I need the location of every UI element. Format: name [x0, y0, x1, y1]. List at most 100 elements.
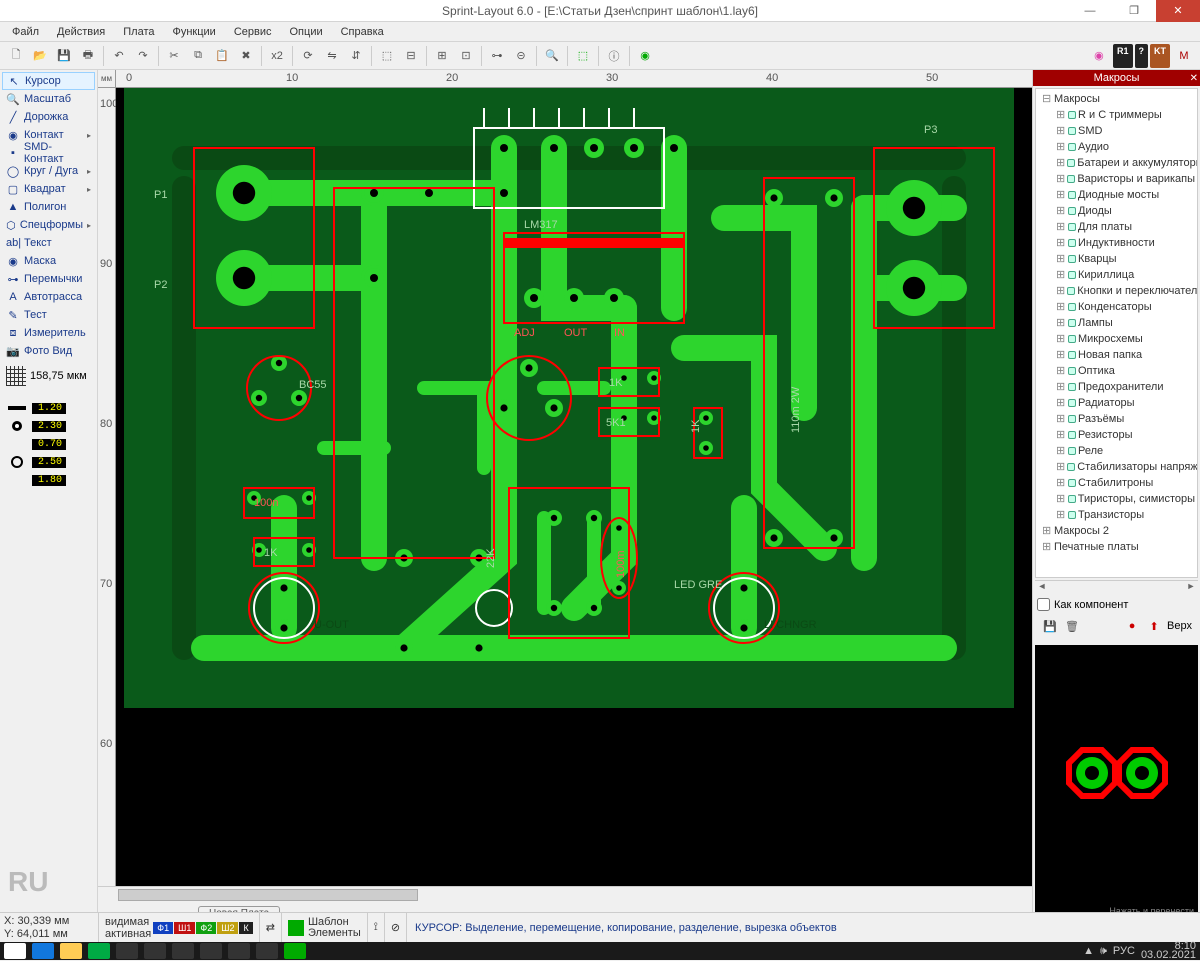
- close-button[interactable]: ✕: [1156, 0, 1200, 22]
- app4-icon[interactable]: [256, 943, 278, 959]
- tool-Спецформы[interactable]: ⬡Спецформы▸: [2, 216, 95, 234]
- macro-toggle-icon[interactable]: M: [1172, 44, 1196, 68]
- macro-item[interactable]: ⊞Стабилизаторы напряжения: [1038, 459, 1195, 475]
- param-via-in[interactable]: 1.80: [32, 475, 66, 486]
- redo-icon[interactable]: ↷: [131, 44, 155, 68]
- close-icon[interactable]: ✕: [1190, 73, 1198, 84]
- macro-hscroll[interactable]: ◄►: [1035, 580, 1198, 594]
- macro-item[interactable]: ⊞Реле: [1038, 443, 1195, 459]
- drc-icon[interactable]: ◉: [633, 44, 657, 68]
- tray-net-icon[interactable]: 🕪: [1100, 945, 1107, 958]
- tool-Курсор[interactable]: ↖Курсор: [2, 72, 95, 90]
- measure-icon[interactable]: ⟟: [367, 913, 384, 942]
- macro-item[interactable]: ⊞Для платы: [1038, 219, 1195, 235]
- macro-item[interactable]: ⊞Кнопки и переключатели: [1038, 283, 1195, 299]
- macro-item[interactable]: ⊞Стабилитроны: [1038, 475, 1195, 491]
- template-button[interactable]: ШаблонЭлементы: [281, 913, 367, 942]
- minimize-button[interactable]: —: [1068, 0, 1112, 22]
- menu-functions[interactable]: Функции: [164, 24, 223, 40]
- ungroup-icon[interactable]: ⊟: [399, 44, 423, 68]
- app2-icon[interactable]: [200, 943, 222, 959]
- tool-Квадрат[interactable]: ▢Квадрат▸: [2, 180, 95, 198]
- tool-Перемычки[interactable]: ⊶Перемычки: [2, 270, 95, 288]
- rotate-icon[interactable]: ⟳: [296, 44, 320, 68]
- macro-item[interactable]: ⊞Транзисторы: [1038, 507, 1195, 523]
- macro-item[interactable]: ⊞Новая папка: [1038, 347, 1195, 363]
- copy-icon[interactable]: ⧉: [186, 44, 210, 68]
- macro-item[interactable]: ⊞Аудио: [1038, 139, 1195, 155]
- pcb-canvas[interactable]: P1 P2 P3 LM317 ADJ OUT IN BC55 1K 5K1 1K…: [116, 88, 1032, 886]
- macro-item[interactable]: ⊞Варисторы и варикапы: [1038, 171, 1195, 187]
- start-icon[interactable]: [4, 943, 26, 959]
- macro-item[interactable]: ⊞R и C триммеры: [1038, 107, 1195, 123]
- calc-icon[interactable]: [144, 943, 166, 959]
- remove-icon[interactable]: ⊝: [509, 44, 533, 68]
- select-icon[interactable]: ⬚: [571, 44, 595, 68]
- store-icon[interactable]: [88, 943, 110, 959]
- tray-flag-icon[interactable]: ▲: [1083, 945, 1094, 957]
- tool-SMD-Контакт[interactable]: ▪SMD-Контакт: [2, 144, 95, 162]
- macro-item[interactable]: ⊞Разъёмы: [1038, 411, 1195, 427]
- layer-Ш1[interactable]: Ш1: [174, 922, 195, 934]
- param-via-out[interactable]: 2.50: [32, 457, 66, 468]
- macro-item[interactable]: ⊞Батареи и аккумуляторы: [1038, 155, 1195, 171]
- layer-visibility[interactable]: видимаяактивная Ф1Ш1Ф2Ш2К: [98, 913, 259, 942]
- layer-К[interactable]: К: [239, 922, 252, 934]
- macro-item[interactable]: ⊞Диодные мосты: [1038, 187, 1195, 203]
- delete-macro-icon[interactable]: 🗑: [1063, 617, 1081, 635]
- macro-item[interactable]: ⊞Тиристоры, симисторы: [1038, 491, 1195, 507]
- save-macro-icon[interactable]: 💾: [1041, 617, 1059, 635]
- macro-item[interactable]: ⊞Кириллица: [1038, 267, 1195, 283]
- app3-icon[interactable]: [228, 943, 250, 959]
- print-icon[interactable]: 🖶: [76, 44, 100, 68]
- macro-item[interactable]: ⊞SMD: [1038, 123, 1195, 139]
- tool-Полигон[interactable]: ▲Полигон: [2, 198, 95, 216]
- tray-lang[interactable]: РУС: [1113, 945, 1135, 957]
- hscrollbar[interactable]: [98, 886, 1032, 902]
- layer-Ф2[interactable]: Ф2: [196, 922, 216, 934]
- macro-item[interactable]: ⊞Микросхемы: [1038, 331, 1195, 347]
- dup-icon[interactable]: x2: [265, 44, 289, 68]
- tool-Фото Вид[interactable]: 📷Фото Вид: [2, 342, 95, 360]
- explorer-icon[interactable]: [60, 943, 82, 959]
- macro-item[interactable]: ⊞Индуктивности: [1038, 235, 1195, 251]
- param-pad-out[interactable]: 2.30: [32, 421, 66, 432]
- tool-Автотрасса[interactable]: AАвтотрасса: [2, 288, 95, 306]
- as-component-check[interactable]: Как компонент: [1037, 598, 1196, 611]
- tool-Масштаб[interactable]: 🔍Масштаб: [2, 90, 95, 108]
- macro-item[interactable]: ⊞Диоды: [1038, 203, 1195, 219]
- rec-icon[interactable]: ●: [1123, 617, 1141, 635]
- badge-kt[interactable]: KT: [1150, 44, 1170, 68]
- link-icon[interactable]: ⊘: [384, 913, 406, 942]
- save-icon[interactable]: 💾: [52, 44, 76, 68]
- conn-icon[interactable]: ⊶: [485, 44, 509, 68]
- open-icon[interactable]: 📂: [28, 44, 52, 68]
- tree-root3[interactable]: ⊞Печатные платы: [1038, 539, 1195, 555]
- tool-Текст[interactable]: ab|Текст: [2, 234, 95, 252]
- macro-item[interactable]: ⊞Оптика: [1038, 363, 1195, 379]
- tool-Дорожка[interactable]: ╱Дорожка: [2, 108, 95, 126]
- badge-help[interactable]: ?: [1135, 44, 1149, 68]
- chrome-icon[interactable]: [116, 943, 138, 959]
- info-icon[interactable]: ⓘ: [602, 44, 626, 68]
- tool-Тест[interactable]: ✎Тест: [2, 306, 95, 324]
- tree-root[interactable]: ⊟Макросы: [1038, 91, 1195, 107]
- menu-actions[interactable]: Действия: [49, 24, 113, 40]
- delete-icon[interactable]: ✖: [234, 44, 258, 68]
- flipv-icon[interactable]: ⇵: [344, 44, 368, 68]
- zoom-icon[interactable]: 🔍: [540, 44, 564, 68]
- menu-help[interactable]: Справка: [333, 24, 392, 40]
- menu-file[interactable]: Файл: [4, 24, 47, 40]
- macro-item[interactable]: ⊞Кварцы: [1038, 251, 1195, 267]
- tool-Измеритель[interactable]: ⧈Измеритель: [2, 324, 95, 342]
- layer-Ш2[interactable]: Ш2: [217, 922, 238, 934]
- undo-icon[interactable]: ↶: [107, 44, 131, 68]
- macro-item[interactable]: ⊞Резисторы: [1038, 427, 1195, 443]
- badge-r1[interactable]: R1: [1113, 44, 1133, 68]
- macro-item[interactable]: ⊞Радиаторы: [1038, 395, 1195, 411]
- param-width[interactable]: 1.20: [32, 403, 66, 414]
- help-icon[interactable]: ◉: [1087, 44, 1111, 68]
- macro-item[interactable]: ⊞Конденсаторы: [1038, 299, 1195, 315]
- macro-item[interactable]: ⊞Лампы: [1038, 315, 1195, 331]
- tool-Маска[interactable]: ◉Маска: [2, 252, 95, 270]
